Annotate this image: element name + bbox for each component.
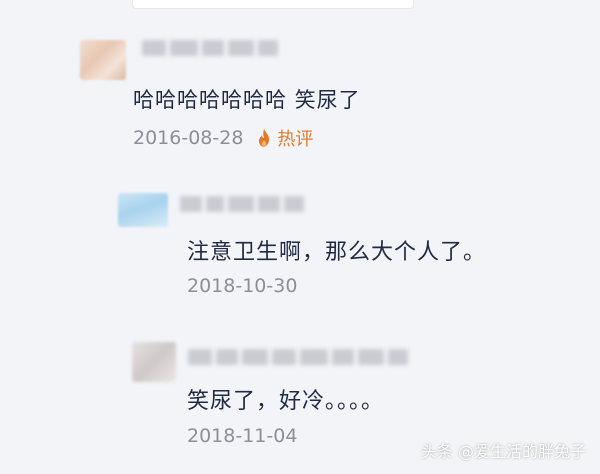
blurred-username xyxy=(180,196,304,212)
comment-meta: 2016-08-28 热评 xyxy=(133,125,313,151)
reply-meta: 2018-10-30 xyxy=(187,275,297,297)
fire-icon xyxy=(257,128,271,148)
avatar[interactable] xyxy=(132,342,176,382)
blurred-username xyxy=(188,349,408,365)
comment-date: 2016-08-28 xyxy=(133,127,244,149)
comment-text: 哈哈哈哈哈哈哈 笑尿了 xyxy=(133,88,361,112)
avatar[interactable] xyxy=(118,193,168,227)
avatar[interactable] xyxy=(80,40,126,80)
reply-meta: 2018-11-04 xyxy=(187,425,297,447)
blurred-username xyxy=(142,40,278,56)
previous-comment-edge xyxy=(132,0,414,9)
reply-date: 2018-11-04 xyxy=(187,425,298,447)
hot-comment-badge: 热评 xyxy=(277,129,314,150)
watermark: 头条 @爱生活的胖兔子 xyxy=(420,442,586,461)
reply-date: 2018-10-30 xyxy=(187,275,298,297)
reply-text: 注意卫生啊，那么大个人了。 xyxy=(187,240,487,265)
reply-text: 笑尿了，好冷。。。。 xyxy=(187,389,385,414)
